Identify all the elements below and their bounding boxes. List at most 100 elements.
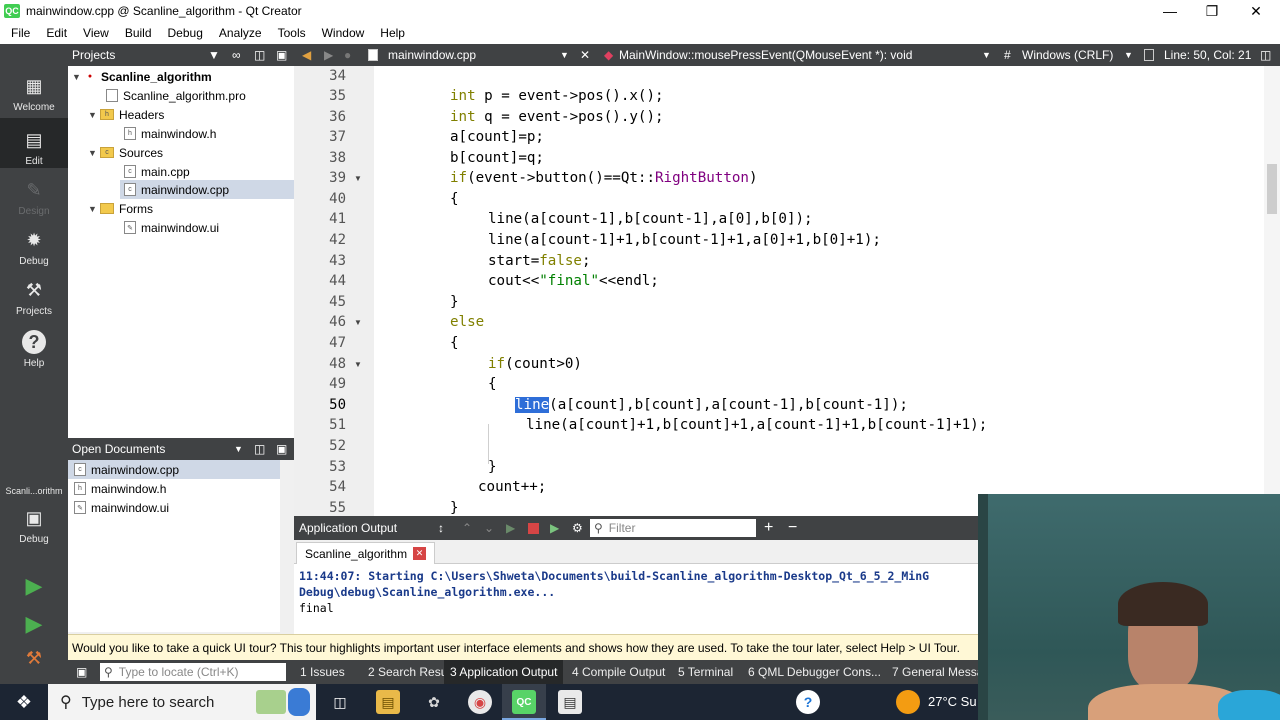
- help-icon[interactable]: ?: [796, 690, 820, 714]
- line-number[interactable]: 50: [294, 397, 346, 413]
- tree-item-mainwindow-ui[interactable]: ✎ mainwindow.ui: [124, 218, 219, 237]
- line-number[interactable]: 45: [294, 294, 346, 310]
- open-doc-item[interactable]: c mainwindow.cpp: [68, 460, 280, 479]
- line-number[interactable]: 49: [294, 376, 346, 392]
- line-number[interactable]: 38: [294, 150, 346, 166]
- code-editor[interactable]: int p = event->pos().x(); int q = event-…: [374, 66, 1264, 516]
- open-doc-item[interactable]: ✎ mainwindow.ui: [74, 498, 169, 517]
- fold-marker-icon[interactable]: ▼: [354, 360, 362, 369]
- tab-qml-debugger[interactable]: 6 QML Debugger Cons...: [742, 660, 887, 684]
- tree-item-project[interactable]: ▼ ● Scanline_algorithm: [72, 67, 212, 86]
- line-number[interactable]: 39: [294, 170, 346, 186]
- fold-marker-icon[interactable]: ▼: [354, 174, 362, 183]
- open-doc-item[interactable]: h mainwindow.h: [74, 479, 166, 498]
- scrollbar-thumb[interactable]: [1267, 164, 1277, 214]
- line-number[interactable]: 44: [294, 273, 346, 289]
- line-number[interactable]: 54: [294, 479, 346, 495]
- file-explorer-icon[interactable]: ▤: [376, 690, 400, 714]
- zoom-out-icon[interactable]: −: [788, 519, 797, 537]
- tree-item-sources[interactable]: ▼ c Sources: [88, 143, 163, 162]
- editor-scrollbar[interactable]: [1264, 66, 1280, 516]
- chevron-down-icon[interactable]: ▼: [560, 50, 569, 60]
- maximize-button[interactable]: ❐: [1190, 0, 1234, 22]
- line-number[interactable]: 43: [294, 253, 346, 269]
- line-number[interactable]: 40: [294, 191, 346, 207]
- next-icon[interactable]: ⌄: [484, 521, 494, 535]
- menu-view[interactable]: View: [75, 26, 117, 40]
- back-arrow-icon[interactable]: ◀: [302, 48, 311, 62]
- tree-item-mainwindow-h[interactable]: h mainwindow.h: [124, 124, 216, 143]
- link-icon[interactable]: ∞: [232, 48, 241, 62]
- toggle-sidebar-icon[interactable]: ▣: [76, 665, 87, 679]
- menu-window[interactable]: Window: [314, 26, 373, 40]
- mode-help[interactable]: ? Help: [0, 330, 68, 369]
- symbol-selector[interactable]: MainWindow::mousePressEvent(QMouseEvent …: [619, 48, 912, 62]
- taskbar-search[interactable]: ⚲ Type here to search: [48, 684, 316, 720]
- run-button[interactable]: ▶: [0, 573, 68, 602]
- menu-help[interactable]: Help: [372, 26, 413, 40]
- menu-file[interactable]: File: [0, 26, 38, 40]
- debug-icon[interactable]: ▶: [550, 521, 559, 535]
- kit-selector[interactable]: Scanli...orithm: [0, 486, 68, 496]
- attach-icon[interactable]: ↕: [438, 521, 444, 535]
- settings-app-icon[interactable]: ✿: [422, 690, 446, 714]
- close-button[interactable]: ✕: [1234, 0, 1278, 22]
- mode-welcome[interactable]: ▦ Welcome: [0, 74, 68, 114]
- tree-item-pro-file[interactable]: Scanline_algorithm.pro: [106, 86, 246, 105]
- chevron-down-icon[interactable]: ▼: [234, 444, 243, 454]
- menu-debug[interactable]: Debug: [160, 26, 211, 40]
- menu-build[interactable]: Build: [117, 26, 160, 40]
- close-pane-icon[interactable]: ▣: [276, 48, 287, 62]
- line-ending-selector[interactable]: Windows (CRLF): [1022, 48, 1113, 62]
- app-window-icon[interactable]: ▤: [558, 690, 582, 714]
- line-number[interactable]: 52: [294, 438, 346, 454]
- forward-arrow-icon[interactable]: ▶: [324, 48, 333, 62]
- chrome-icon[interactable]: ◉: [468, 690, 492, 714]
- filter-icon[interactable]: ▼: [208, 48, 220, 62]
- line-number[interactable]: 55: [294, 500, 346, 516]
- line-number[interactable]: 42: [294, 232, 346, 248]
- windows-start-icon[interactable]: ❖: [12, 690, 36, 714]
- close-tab-icon[interactable]: ✕: [413, 547, 427, 560]
- line-number[interactable]: 41: [294, 211, 346, 227]
- debug-run-button[interactable]: ▶: [0, 611, 68, 640]
- menu-analyze[interactable]: Analyze: [211, 26, 270, 40]
- settings-icon[interactable]: ⚙: [572, 521, 583, 535]
- split-editor-icon[interactable]: ◫: [1260, 48, 1271, 62]
- chevron-down-icon[interactable]: ▼: [1124, 50, 1133, 60]
- tree-item-forms[interactable]: ▼ Forms: [88, 199, 153, 218]
- line-number[interactable]: 34: [294, 68, 346, 84]
- split-icon[interactable]: ◫: [254, 442, 265, 456]
- cursor-position[interactable]: Line: 50, Col: 21: [1164, 48, 1251, 62]
- kit-mode[interactable]: ▣ Debug: [0, 506, 68, 546]
- line-number[interactable]: 47: [294, 335, 346, 351]
- split-icon[interactable]: ◫: [254, 48, 265, 62]
- menu-edit[interactable]: Edit: [38, 26, 75, 40]
- tab-issues[interactable]: 1 Issues: [294, 660, 351, 684]
- mode-design[interactable]: ✎ Design: [0, 178, 68, 218]
- tab-compile-output[interactable]: 4 Compile Output: [566, 660, 671, 684]
- locator-input[interactable]: ⚲ Type to locate (Ctrl+K): [100, 663, 286, 681]
- filter-input[interactable]: ⚲ Filter: [590, 519, 756, 537]
- task-view-icon[interactable]: ◫: [328, 690, 352, 714]
- output-tab[interactable]: Scanline_algorithm ✕: [296, 542, 436, 564]
- line-number[interactable]: 37: [294, 129, 346, 145]
- line-number[interactable]: 36: [294, 109, 346, 125]
- mode-edit[interactable]: ▤ Edit: [0, 118, 68, 168]
- open-docs-scrollbar[interactable]: [280, 460, 294, 632]
- close-file-icon[interactable]: ✕: [580, 48, 590, 62]
- line-number[interactable]: 35: [294, 88, 346, 104]
- fold-marker-icon[interactable]: ▼: [354, 318, 362, 327]
- line-number[interactable]: 51: [294, 417, 346, 433]
- menu-tools[interactable]: Tools: [270, 26, 314, 40]
- zoom-in-icon[interactable]: +: [764, 519, 773, 537]
- tab-terminal[interactable]: 5 Terminal: [672, 660, 739, 684]
- editor-file-name[interactable]: mainwindow.cpp: [388, 48, 476, 62]
- tree-item-main-cpp[interactable]: c main.cpp: [124, 162, 190, 181]
- rerun-icon[interactable]: ▶: [506, 521, 515, 535]
- tree-item-headers[interactable]: ▼ h Headers: [88, 105, 164, 124]
- tab-application-output[interactable]: 3 Application Output: [444, 660, 564, 684]
- mode-projects[interactable]: ⚒ Projects: [0, 278, 68, 318]
- line-number[interactable]: 48: [294, 356, 346, 372]
- minimize-button[interactable]: —: [1148, 0, 1192, 22]
